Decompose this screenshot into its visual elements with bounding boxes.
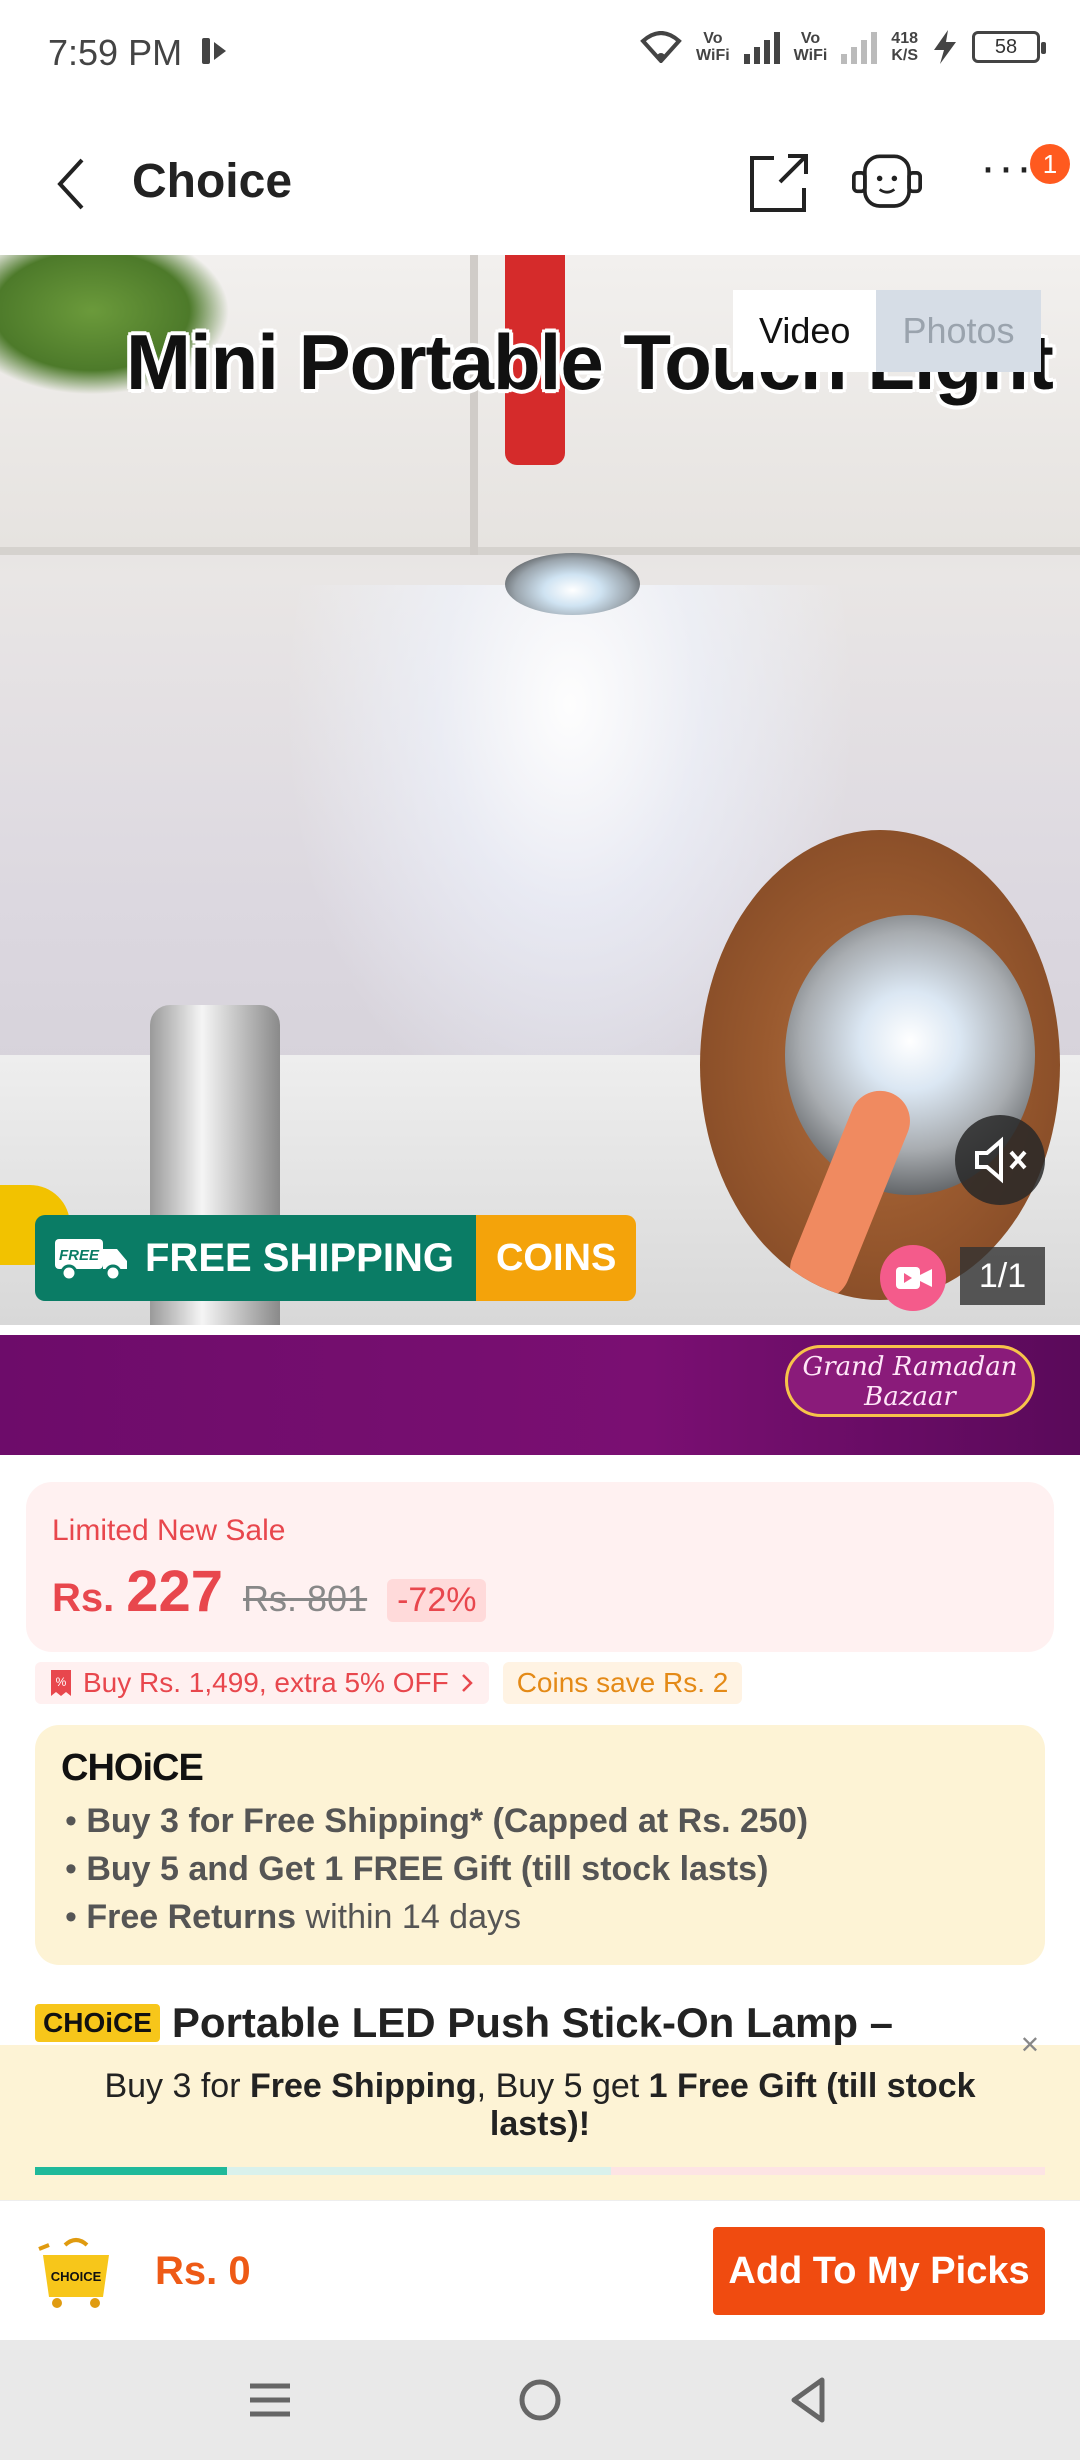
- original-price: Rs. 801: [243, 1578, 368, 1619]
- app-header: Choice ··· 1: [0, 110, 1080, 255]
- product-title: Portable LED Push Stick-On Lamp –: [171, 1999, 894, 2046]
- battery-indicator: 58: [972, 31, 1046, 63]
- close-icon[interactable]: ✕: [1020, 2031, 1040, 2060]
- share-icon[interactable]: [744, 148, 814, 218]
- mute-button[interactable]: [955, 1115, 1045, 1205]
- promo-text-3: , Buy 5 get: [476, 2067, 649, 2105]
- back-triangle-icon[interactable]: [780, 2370, 840, 2430]
- tab-video[interactable]: Video: [733, 290, 877, 372]
- grand-ramadan-bazaar-logo: Grand Ramadan Bazaar: [785, 1345, 1035, 1417]
- tab-photos[interactable]: Photos: [876, 290, 1041, 372]
- choice-cart-icon[interactable]: CHOICE: [35, 2237, 117, 2309]
- bottom-action-bar: CHOICE Rs. 0 Add To My Picks: [0, 2200, 1080, 2340]
- ramadan-line-2: Bazaar: [864, 1382, 956, 1412]
- bundle-promo-message: Buy 3 for Free Shipping, Buy 5 get 1 Fre…: [60, 2067, 1020, 2143]
- cast-icon: [200, 34, 230, 77]
- menu-icon[interactable]: [240, 2370, 300, 2430]
- vowifi-label-2: Vo WiFi: [793, 30, 828, 64]
- speaker-muted-icon: [975, 1136, 1027, 1184]
- media-type-toggle[interactable]: Video Photos: [733, 290, 1041, 372]
- status-bar: 7:59 PM Vo WiFi Vo WiFi 418 K/S 58: [0, 0, 1080, 110]
- free-shipping-label: FREE SHIPPING: [145, 1235, 454, 1280]
- network-speed: 418 K/S: [891, 30, 918, 64]
- extra-off-text: Buy Rs. 1,499, extra 5% OFF: [83, 1667, 449, 1698]
- benefit-item: • Free Returns within 14 days: [65, 1898, 521, 1936]
- system-nav-bar: [0, 2340, 1080, 2460]
- page-title: Choice: [132, 155, 293, 208]
- extra-off-chip[interactable]: % Buy Rs. 1,499, extra 5% OFF: [35, 1662, 489, 1704]
- promo-text-1: Buy 3 for: [104, 2067, 250, 2105]
- sale-label: Limited New Sale: [52, 1514, 286, 1547]
- current-price: 227: [126, 1559, 224, 1624]
- ramadan-banner[interactable]: Grand Ramadan Bazaar: [0, 1335, 1080, 1455]
- choice-badge: CHOiCE: [35, 2004, 160, 2042]
- choice-benefits-list: • Buy 3 for Free Shipping* (Capped at Rs…: [65, 1797, 808, 1941]
- benefit-item: • Buy 3 for Free Shipping* (Capped at Rs…: [65, 1802, 809, 1840]
- scene-lamp: [505, 553, 640, 615]
- picks-total: Rs. 0: [155, 2249, 251, 2293]
- coins-save-chip[interactable]: Coins save Rs. 2: [502, 1662, 743, 1704]
- discount-badge: -72%: [387, 1579, 487, 1622]
- status-time: 7:59 PM: [48, 32, 183, 73]
- media-counter: 1/1: [960, 1247, 1045, 1305]
- bundle-progress-bar: [35, 2167, 1045, 2175]
- price-currency: Rs.: [52, 1576, 115, 1620]
- coupon-icon: %: [51, 1670, 71, 1696]
- choice-logo: CHOiCE: [61, 1747, 204, 1789]
- free-shipping-coins-banner: FREE FREE SHIPPING COINS: [35, 1215, 637, 1301]
- ramadan-line-1: Grand Ramadan: [802, 1352, 1018, 1382]
- promo-text-2: Free Shipping: [249, 2067, 477, 2105]
- signal-icon-1: [743, 30, 780, 64]
- vowifi-label-1: Vo WiFi: [696, 30, 730, 64]
- add-to-my-picks-button[interactable]: Add To My Picks: [713, 2227, 1045, 2315]
- coins-label: COINS: [475, 1215, 637, 1301]
- video-camera-icon[interactable]: [880, 1245, 946, 1311]
- product-media-viewer[interactable]: Mini Portable Touch Light Video Photos F…: [0, 255, 1080, 1325]
- wifi-icon: [640, 31, 682, 63]
- promo-chips: % Buy Rs. 1,499, extra 5% OFF Coins save…: [35, 1662, 743, 1704]
- chevron-right-icon: [461, 1674, 473, 1692]
- signal-icon-2: [841, 30, 878, 64]
- home-circle-icon[interactable]: [510, 2370, 570, 2430]
- svg-text:%: %: [56, 1675, 67, 1689]
- back-arrow-icon[interactable]: [52, 154, 92, 214]
- benefit-item: • Buy 5 and Get 1 FREE Gift (till stock …: [65, 1850, 769, 1888]
- progress-next-segment: [226, 2167, 611, 2175]
- truck-label: FREE: [59, 1247, 100, 1264]
- bundle-promo-banner: ✕ Buy 3 for Free Shipping, Buy 5 get 1 F…: [0, 2032, 1080, 2200]
- delivery-truck-icon: FREE: [55, 1239, 127, 1282]
- choice-benefits-card[interactable]: CHOiCE • Buy 3 for Free Shipping* (Cappe…: [35, 1725, 1045, 1965]
- product-title-row: CHOiCE Portable LED Push Stick-On Lamp –: [35, 1995, 893, 2051]
- cart-label: CHOICE: [51, 2269, 102, 2284]
- progress-fill: [35, 2167, 227, 2175]
- charging-icon: [934, 30, 956, 64]
- customer-service-icon[interactable]: [852, 148, 922, 218]
- notification-badge: 1: [1030, 144, 1070, 184]
- video-inset-closeup: [700, 830, 1060, 1300]
- price-card: Limited New Sale Rs. 227 Rs. 801 -72%: [26, 1482, 1054, 1652]
